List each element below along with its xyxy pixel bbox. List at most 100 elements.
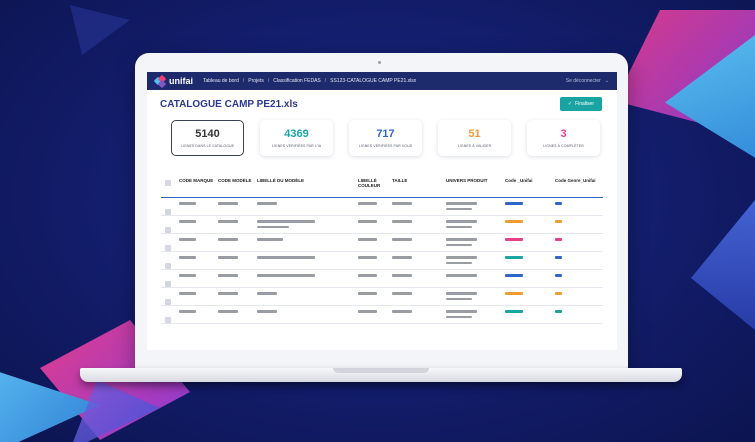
breadcrumb: Tableau de bord / Projets / Classificati… bbox=[203, 78, 416, 84]
cell-code-genre-unifai bbox=[555, 220, 603, 223]
cell-libelle-couleur bbox=[358, 256, 392, 262]
brand[interactable]: unifai bbox=[153, 74, 193, 88]
cell-code-modele bbox=[218, 310, 257, 316]
stat-card-total[interactable]: 5140 LIGNES DANS LE CATALOGUE bbox=[171, 120, 244, 156]
redacted-text bbox=[446, 202, 477, 205]
finalize-button[interactable]: ✓ Finaliser bbox=[559, 97, 602, 111]
stat-value: 4369 bbox=[284, 128, 309, 140]
cell-libelle-couleur bbox=[358, 274, 392, 280]
redacted-text bbox=[358, 274, 377, 277]
column-header-libelle-modele[interactable]: LIBELLÉ DU MODÈLE bbox=[257, 178, 358, 183]
code-color-bar bbox=[505, 256, 523, 259]
redacted-text bbox=[358, 238, 377, 241]
stat-card-ai-verified[interactable]: 4369 LIGNES VÉRIFIÉES PAR L'IA bbox=[260, 120, 333, 156]
stat-value: 51 bbox=[468, 128, 481, 140]
redacted-text bbox=[179, 310, 196, 313]
catalogue-table: CODE MARQUE CODE MODÈLE LIBELLÉ DU MODÈL… bbox=[161, 178, 603, 324]
genre-color-bar bbox=[555, 202, 562, 205]
column-header-taille[interactable]: TAILLE bbox=[392, 178, 446, 183]
table-body bbox=[161, 198, 603, 324]
laptop-notch bbox=[333, 368, 429, 373]
code-color-bar bbox=[505, 292, 523, 295]
row-checkbox[interactable] bbox=[165, 227, 171, 233]
table-row[interactable] bbox=[161, 306, 603, 324]
column-header-code-genre-unifai[interactable]: Code Genre_Unifai bbox=[555, 178, 603, 183]
cell-code-genre-unifai bbox=[555, 310, 603, 313]
column-header-code-modele[interactable]: CODE MODÈLE bbox=[218, 178, 257, 183]
cell-libelle-modele bbox=[257, 310, 358, 316]
stat-label: LIGNES À VALIDER bbox=[457, 144, 492, 148]
page-title: CATALOGUE CAMP PE21.xls bbox=[160, 98, 298, 110]
logout-button[interactable]: Se déconnecter ⌄ bbox=[566, 78, 609, 84]
redacted-text bbox=[358, 202, 377, 205]
stat-card-user-verified[interactable]: 717 LIGNES VÉRIFIÉES PAR VOUS bbox=[349, 120, 422, 156]
cell-code-marque bbox=[179, 310, 218, 316]
row-checkbox[interactable] bbox=[165, 317, 171, 323]
breadcrumb-separator: / bbox=[242, 78, 245, 84]
stat-card-to-validate[interactable]: 51 LIGNES À VALIDER bbox=[438, 120, 511, 156]
redacted-text bbox=[179, 256, 196, 259]
column-header-libelle-couleur[interactable]: LIBELLÉ COULEUR bbox=[358, 178, 392, 188]
breadcrumb-projects[interactable]: Projets bbox=[248, 78, 264, 84]
cell-code-unifai bbox=[505, 310, 555, 313]
column-header-code-marque[interactable]: CODE MARQUE bbox=[179, 178, 218, 183]
cell-code-marque bbox=[179, 202, 218, 208]
stats-cards: 5140 LIGNES DANS LE CATALOGUE 4369 LIGNE… bbox=[147, 111, 617, 156]
background-shape bbox=[70, 5, 130, 55]
row-checkbox[interactable] bbox=[165, 263, 171, 269]
table-row[interactable] bbox=[161, 198, 603, 216]
redacted-text bbox=[446, 297, 472, 300]
stat-label: LIGNES VÉRIFIÉES PAR VOUS bbox=[358, 144, 413, 148]
stat-value: 5140 bbox=[195, 128, 220, 140]
table-row[interactable] bbox=[161, 252, 603, 270]
genre-color-bar bbox=[555, 238, 562, 241]
cell-code-genre-unifai bbox=[555, 274, 603, 277]
cell-taille bbox=[392, 310, 446, 316]
redacted-text bbox=[257, 256, 315, 259]
select-all-checkbox[interactable] bbox=[165, 180, 171, 186]
cell-libelle-modele bbox=[257, 256, 358, 262]
redacted-text bbox=[257, 310, 277, 313]
cell-univers-produit bbox=[446, 274, 505, 280]
redacted-text bbox=[446, 274, 477, 277]
background-shape bbox=[691, 200, 755, 330]
stat-card-to-complete[interactable]: 3 LIGNES À COMPLÉTER bbox=[527, 120, 600, 156]
cell-code-modele bbox=[218, 256, 257, 262]
redacted-text bbox=[446, 238, 477, 241]
redacted-text bbox=[218, 256, 238, 259]
redacted-text bbox=[179, 274, 196, 277]
breadcrumb-classification[interactable]: Classification FEDAS bbox=[273, 78, 321, 84]
genre-color-bar bbox=[555, 310, 562, 313]
redacted-text bbox=[392, 292, 412, 295]
cell-libelle-modele bbox=[257, 274, 358, 280]
check-icon: ✓ bbox=[567, 101, 573, 107]
genre-color-bar bbox=[555, 220, 562, 223]
row-checkbox[interactable] bbox=[165, 209, 171, 215]
cell-code-unifai bbox=[505, 202, 555, 205]
row-checkbox[interactable] bbox=[165, 299, 171, 305]
table-row[interactable] bbox=[161, 216, 603, 234]
cell-univers-produit bbox=[446, 238, 505, 249]
breadcrumb-file: SS123-CATALOGUE CAMP PE21.xlsx bbox=[330, 78, 417, 84]
column-header-code-unifai[interactable]: Code _Unifai bbox=[505, 178, 555, 183]
cell-univers-produit bbox=[446, 292, 505, 303]
redacted-text bbox=[446, 256, 477, 259]
row-checkbox[interactable] bbox=[165, 245, 171, 251]
column-header-univers-produit[interactable]: UNIVERS PRODUIT bbox=[446, 178, 505, 183]
page-header: CATALOGUE CAMP PE21.xls ✓ Finaliser bbox=[147, 90, 617, 111]
row-checkbox[interactable] bbox=[165, 281, 171, 287]
table-row[interactable] bbox=[161, 234, 603, 252]
stat-value: 3 bbox=[560, 128, 567, 140]
cell-code-marque bbox=[179, 292, 218, 298]
redacted-text bbox=[218, 274, 238, 277]
stat-label: LIGNES À COMPLÉTER bbox=[543, 144, 584, 148]
breadcrumb-dashboard[interactable]: Tableau de bord bbox=[203, 78, 239, 84]
table-row[interactable] bbox=[161, 270, 603, 288]
chevron-down-icon: ⌄ bbox=[604, 78, 609, 84]
redacted-text bbox=[179, 220, 196, 223]
code-color-bar bbox=[505, 310, 523, 313]
table-row[interactable] bbox=[161, 288, 603, 306]
redacted-text bbox=[179, 238, 196, 241]
cell-taille bbox=[392, 238, 446, 244]
redacted-text bbox=[257, 225, 289, 228]
